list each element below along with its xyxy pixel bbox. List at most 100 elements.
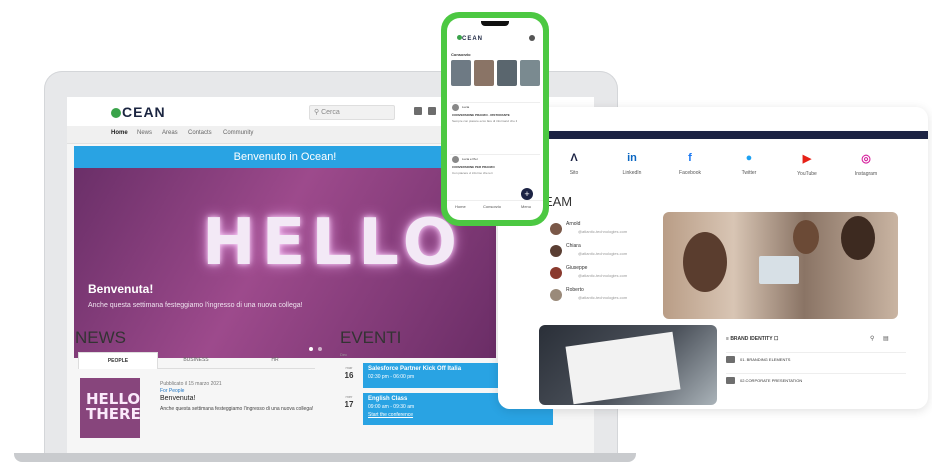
nav-contacts[interactable]: Contacts [188, 130, 212, 136]
avatar [550, 289, 562, 301]
ocean-logo[interactable]: CEAN [111, 104, 166, 120]
social-facebook[interactable]: f Facebook [660, 152, 720, 176]
brand-identity-title: ≡ BRAND IDENTITY ☐ [726, 336, 778, 342]
phone-logo[interactable]: CEAN [457, 35, 483, 42]
team-member[interactable]: Roberto @atlantic-technologies.com [550, 287, 670, 305]
photo-person [841, 216, 875, 260]
social-label: Twitter [741, 170, 757, 176]
logo-dot-icon [111, 108, 121, 118]
post-card[interactable]: Lucia CONVERSIONE PRANZO - RISTORANTE Se… [450, 102, 540, 151]
phone-section-title: Consorzio [451, 52, 471, 57]
social-youtube[interactable]: ▶ YouTube [777, 152, 837, 177]
events-month: Dec [340, 352, 348, 357]
notification-icon[interactable] [428, 107, 436, 115]
logo-text: CEAN [462, 36, 484, 42]
laptop-base [14, 453, 636, 462]
news-tabs: PEOPLE BUSINESS HR [78, 352, 315, 369]
post-author: Lucia [462, 105, 470, 109]
photo-monitor [759, 256, 799, 284]
social-instagram[interactable]: ◎ Instagram [836, 152, 896, 177]
member-name: Chiara [566, 243, 581, 249]
news-thumbnail[interactable]: HELLO THERE [80, 378, 140, 438]
banner-title: Benvenuto in Ocean! [74, 146, 496, 168]
welcome-banner[interactable]: Benvenuto in Ocean! HELLO Benvenuta! Anc… [74, 146, 496, 358]
folder-item[interactable]: 01. BRANDING ELEMENTS [726, 352, 906, 368]
news-excerpt: Anche questa settimana festeggiamo l'ing… [160, 406, 314, 412]
news-category[interactable]: For People [160, 388, 184, 394]
folder-label: 01. BRANDING ELEMENTS [740, 357, 791, 362]
phone-notch [481, 21, 509, 26]
social-twitter[interactable]: ● Twitter [719, 152, 779, 176]
folder-icon [726, 356, 735, 363]
nav-areas[interactable]: Areas [162, 130, 178, 136]
brand-identity-label: BRAND IDENTITY [730, 336, 773, 342]
team-member[interactable]: Arnold @atlantic-technologies.com [550, 221, 670, 239]
story-thumb[interactable] [497, 60, 517, 86]
avatar [550, 223, 562, 235]
events-heading: EVENTI [340, 328, 402, 347]
event-weekday: mer [345, 394, 353, 399]
search-placeholder: Cerca [321, 109, 340, 116]
site-icon: Λ [570, 152, 578, 164]
tab-hr[interactable]: HR [236, 352, 314, 368]
post-text: Con piacere vi informo che ieri [452, 171, 493, 175]
banner-image: HELLO Benvenuta! Anche questa settimana … [74, 168, 496, 358]
team-member[interactable]: Giuseppe @atlantic-technologies.com [550, 265, 670, 283]
instagram-icon: ◎ [861, 153, 871, 165]
avatar [550, 267, 562, 279]
social-linkedin[interactable]: in LinkedIn [602, 152, 662, 176]
event-weekday: mar [345, 365, 353, 370]
bottom-nav-consorzio[interactable]: Consorzio [483, 204, 501, 209]
linkedin-icon: in [627, 152, 637, 164]
bottom-nav-menu[interactable]: Menu [521, 204, 531, 209]
carousel-dot[interactable] [318, 347, 322, 351]
social-site[interactable]: Λ Sito [544, 152, 604, 176]
member-email: @atlantic-technologies.com [578, 273, 628, 278]
photo-person [683, 232, 727, 292]
social-label: Sito [569, 170, 579, 176]
profile-avatar[interactable] [529, 35, 535, 41]
story-thumb[interactable] [520, 60, 540, 86]
post-text: Sempre con piacere ecco fare di informar… [452, 119, 518, 123]
post-headline: CONVERSIONE PRANZO - RISTORANTE [452, 113, 510, 117]
member-email: @atlantic-technologies.com [578, 229, 628, 234]
tablet-screen: Λ Sito in LinkedIn f Facebook ● Twitter ▶ You… [498, 107, 928, 409]
nav-home[interactable]: Home [111, 130, 128, 136]
bottom-nav-home[interactable]: Home [455, 204, 466, 209]
nav-community[interactable]: Community [223, 130, 253, 136]
news-headline[interactable]: Benvenuta! [160, 395, 195, 402]
post-author: Lucia e Pier [462, 157, 478, 161]
social-label: YouTube [797, 171, 817, 177]
folder-label: 02.CORPORATE PRESENTATION [740, 378, 803, 383]
phone-bottom-nav: Home Consorzio Menu [447, 200, 543, 215]
carousel-dot[interactable] [309, 347, 313, 351]
member-name: Giuseppe [566, 265, 588, 271]
post-card[interactable]: Lucia e Pier CONVERSIONE PER PRANZO Con … [450, 154, 540, 189]
story-thumb[interactable] [451, 60, 471, 86]
folder-item[interactable]: 02.CORPORATE PRESENTATION [726, 373, 906, 389]
nav-news[interactable]: News [137, 130, 152, 136]
news-heading: NEWS [75, 328, 126, 347]
phone-screen: CEAN Consorzio Lucia CONVERSIONE PRANZO … [447, 18, 543, 220]
search-icon[interactable]: ⚲ [870, 335, 874, 342]
tab-people[interactable]: PEOPLE [78, 352, 158, 369]
banner-subtitle: Anche questa settimana festeggiamo l'ing… [88, 302, 303, 309]
story-thumb[interactable] [474, 60, 494, 86]
tab-business[interactable]: BUSINESS [157, 352, 235, 368]
add-post-button[interactable]: + [521, 188, 533, 200]
team-member[interactable]: Chiara @atlantic-technologies.com [550, 243, 670, 261]
social-label: LinkedIn [622, 170, 642, 176]
grid-view-icon[interactable]: ▤ [883, 335, 889, 342]
logo-text: CEAN [122, 104, 166, 120]
search-input[interactable]: ⚲ Cerca [309, 105, 395, 120]
photo-person [793, 220, 819, 254]
banner-heading: Benvenuta! [88, 282, 154, 296]
youtube-icon: ▶ [802, 153, 812, 165]
avatar [550, 245, 562, 257]
twitter-icon: ● [745, 152, 753, 164]
avatar [452, 156, 459, 163]
edit-icon[interactable]: ☐ [772, 336, 779, 342]
post-headline: CONVERSIONE PER PRANZO [452, 165, 495, 169]
chat-icon[interactable] [414, 107, 422, 115]
event-link[interactable]: Start the conference [368, 412, 548, 418]
